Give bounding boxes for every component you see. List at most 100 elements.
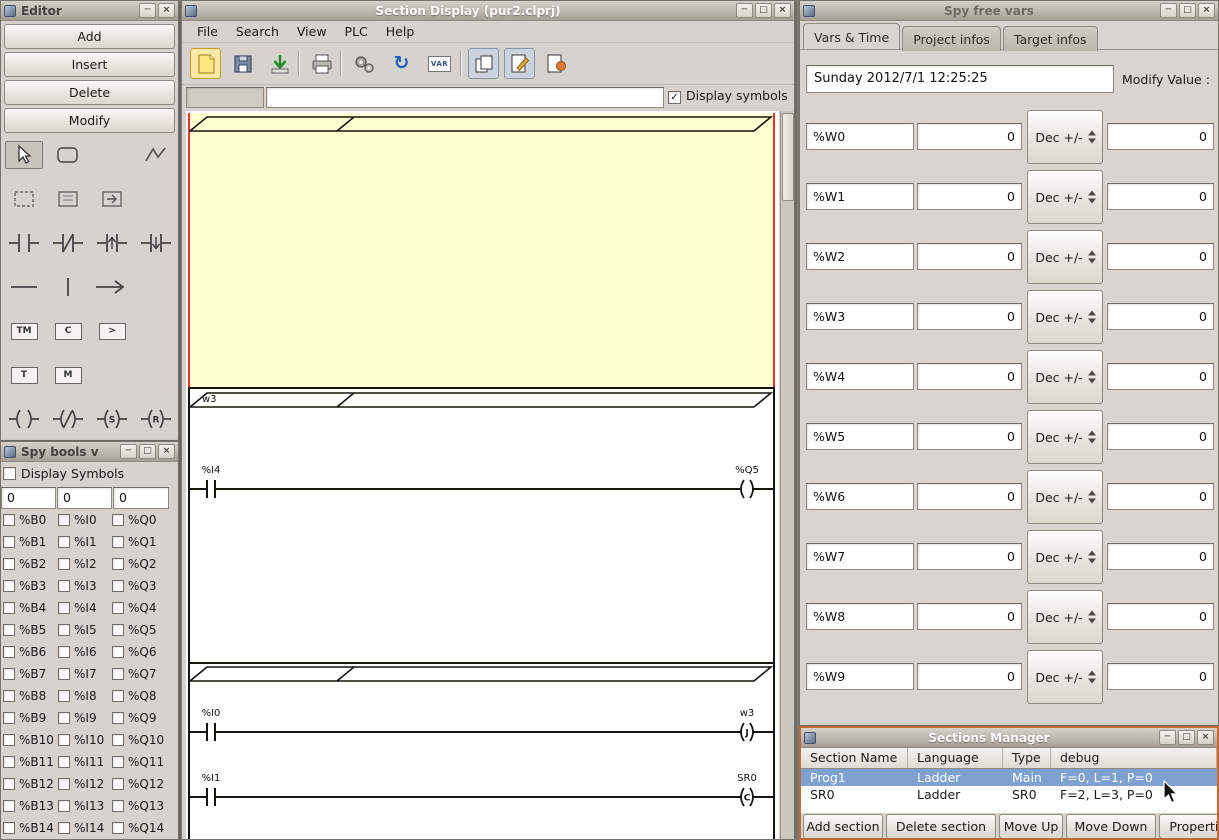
timer-block-icon[interactable]: TM xyxy=(5,317,43,345)
var-format-select[interactable]: Dec +/- xyxy=(1027,170,1103,224)
var-format-select[interactable]: Dec +/- xyxy=(1027,410,1103,464)
spy-bool-checkbox[interactable] xyxy=(58,536,70,548)
spy-bool-checkbox[interactable] xyxy=(3,580,15,592)
spy-bool-checkbox[interactable] xyxy=(3,668,15,680)
minimize-button[interactable]: ─ xyxy=(120,444,137,459)
call-coil[interactable]: SR0 C xyxy=(734,773,760,807)
var-name-input[interactable]: %W0 xyxy=(806,123,914,150)
maximize-button[interactable]: □ xyxy=(755,3,772,18)
var-format-select[interactable]: Dec +/- xyxy=(1027,110,1103,164)
ladder-canvas[interactable]: w3 %I4 %Q5 %I0 w3 J %I1 SR0 C xyxy=(186,111,779,839)
polyline-tool-icon[interactable] xyxy=(137,141,175,169)
spy-bool-checkbox[interactable] xyxy=(58,668,70,680)
var-name-input[interactable]: %W4 xyxy=(806,363,914,390)
save-icon[interactable] xyxy=(227,48,258,79)
counter-block-icon[interactable]: C xyxy=(49,317,87,345)
var-modify-input[interactable]: 0 xyxy=(1107,483,1214,510)
spy-bool-checkbox[interactable] xyxy=(112,756,124,768)
var-name-input[interactable]: %W5 xyxy=(806,423,914,450)
var-format-select[interactable]: Dec +/- xyxy=(1027,230,1103,284)
print-icon[interactable] xyxy=(306,48,337,79)
spy-bool-checkbox[interactable] xyxy=(58,822,70,834)
spy-bool-checkbox[interactable] xyxy=(58,756,70,768)
refresh-icon[interactable]: ↻ xyxy=(386,48,417,79)
new-timer-block-icon[interactable]: T xyxy=(5,361,43,389)
spy-bool-checkbox[interactable] xyxy=(3,800,15,812)
spy-bool-checkbox[interactable] xyxy=(112,690,124,702)
jump-coil[interactable]: w3 J xyxy=(734,708,760,742)
select-area-icon[interactable] xyxy=(5,185,43,213)
spy-bool-checkbox[interactable] xyxy=(3,536,15,548)
new-section-icon[interactable] xyxy=(190,48,221,79)
copy-icon[interactable] xyxy=(468,48,499,79)
var-format-select[interactable]: Dec +/- xyxy=(1027,350,1103,404)
spy-bool-checkbox[interactable] xyxy=(112,602,124,614)
button-move-up[interactable]: Move Up xyxy=(999,814,1063,838)
section-display-titlebar[interactable]: Section Display (pur2.clprj) ─ □ × xyxy=(182,1,794,21)
spy-bool-checkbox[interactable] xyxy=(58,712,70,724)
spy-bool-checkbox[interactable] xyxy=(3,602,15,614)
spy-bool-checkbox[interactable] xyxy=(58,558,70,570)
var-name-input[interactable]: %W7 xyxy=(806,543,914,570)
editor-titlebar[interactable]: Editor ─ × xyxy=(1,1,178,21)
spy-bool-checkbox[interactable] xyxy=(58,646,70,658)
eraser-tool-icon[interactable] xyxy=(49,141,87,169)
button-move-down[interactable]: Move Down xyxy=(1066,814,1156,838)
spy-bools-titlebar[interactable]: Spy bools v ─ □ × xyxy=(1,442,178,462)
var-format-select[interactable]: Dec +/- xyxy=(1027,470,1103,524)
var-modify-input[interactable]: 0 xyxy=(1107,543,1214,570)
spy-bool-checkbox[interactable] xyxy=(58,778,70,790)
long-wire-icon[interactable] xyxy=(93,273,131,301)
menu-view[interactable]: View xyxy=(288,21,336,42)
menu-help[interactable]: Help xyxy=(377,21,424,42)
var-modify-input[interactable]: 0 xyxy=(1107,663,1214,690)
spy-bool-checkbox[interactable] xyxy=(3,778,15,790)
spy-bool-checkbox[interactable] xyxy=(112,778,124,790)
spy-bool-checkbox[interactable] xyxy=(58,624,70,636)
edit-icon[interactable] xyxy=(504,48,535,79)
var-modify-input[interactable]: 0 xyxy=(1107,603,1214,630)
vertical-wire-icon[interactable] xyxy=(49,273,87,301)
spy-bool-checkbox[interactable] xyxy=(3,514,15,526)
vertical-scrollbar[interactable] xyxy=(780,111,794,839)
pointer-tool-icon[interactable] xyxy=(5,141,43,169)
minimize-button[interactable]: ─ xyxy=(736,3,753,18)
spy-bool-checkbox[interactable] xyxy=(112,536,124,548)
menu-plc[interactable]: PLC xyxy=(336,21,377,42)
close-button[interactable]: × xyxy=(774,3,791,18)
contact-open[interactable]: %I0 xyxy=(200,708,222,742)
var-modify-input[interactable]: 0 xyxy=(1107,123,1214,150)
spy-bool-checkbox[interactable] xyxy=(58,580,70,592)
spy-bool-checkbox[interactable] xyxy=(3,734,15,746)
var-format-select[interactable]: Dec +/- xyxy=(1027,650,1103,704)
insert-button[interactable]: Insert xyxy=(4,52,175,77)
move-block-icon[interactable] xyxy=(93,185,131,213)
add-button[interactable]: Add xyxy=(4,24,175,49)
spy-bool-checkbox[interactable] xyxy=(112,734,124,746)
monostable-block-icon[interactable]: M xyxy=(49,361,87,389)
section-number-field[interactable] xyxy=(186,87,264,108)
button-delete-section[interactable]: Delete section xyxy=(886,814,996,838)
contact-open-icon[interactable] xyxy=(5,229,43,257)
spy-bool-checkbox[interactable] xyxy=(58,800,70,812)
horizontal-wire-icon[interactable] xyxy=(5,273,43,301)
offset-input-1[interactable]: 0 xyxy=(57,487,112,509)
spy-bool-checkbox[interactable] xyxy=(3,756,15,768)
contact-closed-icon[interactable] xyxy=(49,229,87,257)
spy-bool-checkbox[interactable] xyxy=(112,712,124,724)
close-button[interactable]: × xyxy=(158,444,175,459)
close-button[interactable]: × xyxy=(158,3,175,18)
var-modify-input[interactable]: 0 xyxy=(1107,183,1214,210)
spy-bool-checkbox[interactable] xyxy=(58,690,70,702)
spy-bool-checkbox[interactable] xyxy=(112,668,124,680)
var-name-input[interactable]: %W9 xyxy=(806,663,914,690)
var-format-select[interactable]: Dec +/- xyxy=(1027,530,1103,584)
coil[interactable]: %Q5 xyxy=(734,465,760,499)
display-symbols-checkbox[interactable]: ✓ xyxy=(668,91,681,104)
contact-open[interactable]: %I4 xyxy=(200,465,222,499)
display-symbols-checkbox[interactable] xyxy=(3,467,16,480)
offset-input-0[interactable]: 0 xyxy=(1,487,56,509)
spy-bool-checkbox[interactable] xyxy=(3,646,15,658)
var-modify-input[interactable]: 0 xyxy=(1107,303,1214,330)
var-modify-input[interactable]: 0 xyxy=(1107,243,1214,270)
